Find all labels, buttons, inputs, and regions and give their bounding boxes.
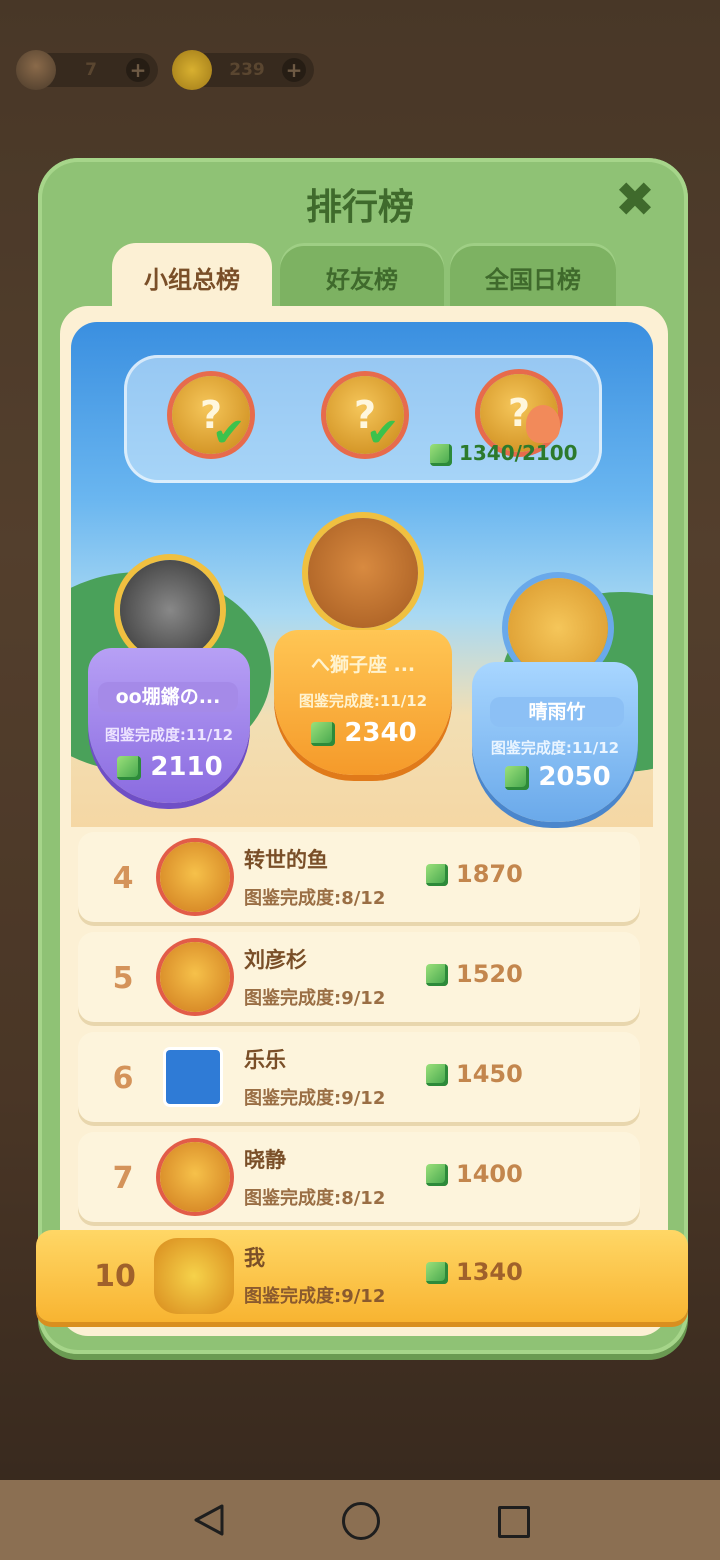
avatar	[160, 1142, 230, 1212]
check-icon: ✔	[212, 410, 246, 456]
progress-text: 1340/2100	[430, 441, 578, 466]
fox-icon	[526, 405, 560, 443]
collection-progress: 图鉴完成度:8/12	[244, 1188, 386, 1209]
first-place-progress: 图鉴完成度:11/12	[298, 692, 428, 710]
score: 1340	[426, 1258, 523, 1286]
add-energy-button[interactable]: +	[126, 58, 150, 82]
table-row[interactable]: 4 转世的鱼 图鉴完成度:8/12 1870	[78, 832, 640, 922]
first-place-avatar[interactable]	[308, 518, 418, 628]
avatar	[160, 942, 230, 1012]
close-button[interactable]: ✖	[613, 176, 657, 224]
second-place-name: oo堋鏘の...	[98, 682, 238, 712]
score: 1400	[426, 1160, 523, 1188]
tab-group-total[interactable]: 小组总榜	[112, 243, 272, 309]
gem-icon	[426, 964, 448, 986]
resource-bar: 7 + 239 +	[16, 50, 314, 90]
tab-friends[interactable]: 好友榜	[280, 243, 444, 309]
gem-icon	[505, 765, 530, 790]
gem-icon	[426, 1064, 448, 1086]
table-row[interactable]: 6 乐乐 图鉴完成度:9/12 1450	[78, 1032, 640, 1122]
collection-progress: 图鉴完成度:9/12	[244, 988, 386, 1009]
progress-value: 1340/2100	[458, 441, 578, 465]
coin-value: 239	[229, 60, 265, 80]
avatar	[166, 1050, 220, 1104]
player-name: 晓静	[244, 1148, 286, 1172]
tab-national-daily[interactable]: 全国日榜	[450, 243, 616, 309]
back-icon[interactable]	[192, 1503, 226, 1537]
table-row[interactable]: 7 晓静 图鉴完成度:8/12 1400	[78, 1132, 640, 1222]
player-name: 我	[244, 1246, 265, 1270]
my-rank-row[interactable]: 10 我 图鉴完成度:9/12 1340	[36, 1230, 688, 1322]
rank-number: 10	[94, 1259, 136, 1294]
recent-apps-icon[interactable]	[498, 1506, 530, 1538]
avatar	[154, 1238, 234, 1314]
third-place-name: 晴雨竹	[490, 697, 624, 727]
player-name: 刘彦杉	[244, 948, 307, 972]
avatar	[160, 842, 230, 912]
player-name: 转世的鱼	[244, 848, 328, 872]
third-place-progress: 图鉴完成度:11/12	[490, 739, 620, 757]
gem-icon	[426, 1262, 448, 1284]
coin-counter: 239 +	[172, 50, 314, 90]
coin-icon	[172, 50, 212, 90]
add-coins-button[interactable]: +	[282, 58, 306, 82]
rank-number: 7	[112, 1161, 134, 1196]
gem-icon	[426, 1164, 448, 1186]
first-place-name: へ獅子座 ...	[310, 654, 416, 676]
rank-number: 6	[112, 1061, 134, 1096]
collection-progress: 图鉴完成度:9/12	[244, 1088, 386, 1109]
collection-progress: 图鉴完成度:8/12	[244, 888, 386, 909]
rank-number: 5	[112, 961, 134, 996]
collection-progress: 图鉴完成度:9/12	[244, 1286, 386, 1307]
energy-value: 7	[85, 60, 97, 80]
check-icon: ✔	[366, 410, 400, 456]
third-place-score: 2050	[488, 762, 628, 792]
home-icon[interactable]	[342, 1502, 380, 1540]
energy-counter: 7 +	[16, 50, 158, 90]
second-place-score: 2110	[100, 752, 240, 782]
rank-number: 4	[112, 861, 134, 896]
gem-icon	[117, 755, 142, 780]
gem-icon	[430, 443, 452, 466]
score: 1520	[426, 960, 523, 988]
first-place-score: 2340	[294, 718, 434, 748]
gem-icon	[311, 721, 336, 746]
second-place-progress: 图鉴完成度:11/12	[104, 726, 234, 744]
panel-title: 排行榜	[305, 187, 414, 228]
second-place-avatar[interactable]	[120, 560, 220, 660]
score: 1870	[426, 860, 523, 888]
table-row[interactable]: 5 刘彦杉 图鉴完成度:9/12 1520	[78, 932, 640, 1022]
gem-icon	[426, 864, 448, 886]
firework-icon	[16, 50, 56, 90]
score: 1450	[426, 1060, 523, 1088]
player-name: 乐乐	[244, 1048, 286, 1072]
